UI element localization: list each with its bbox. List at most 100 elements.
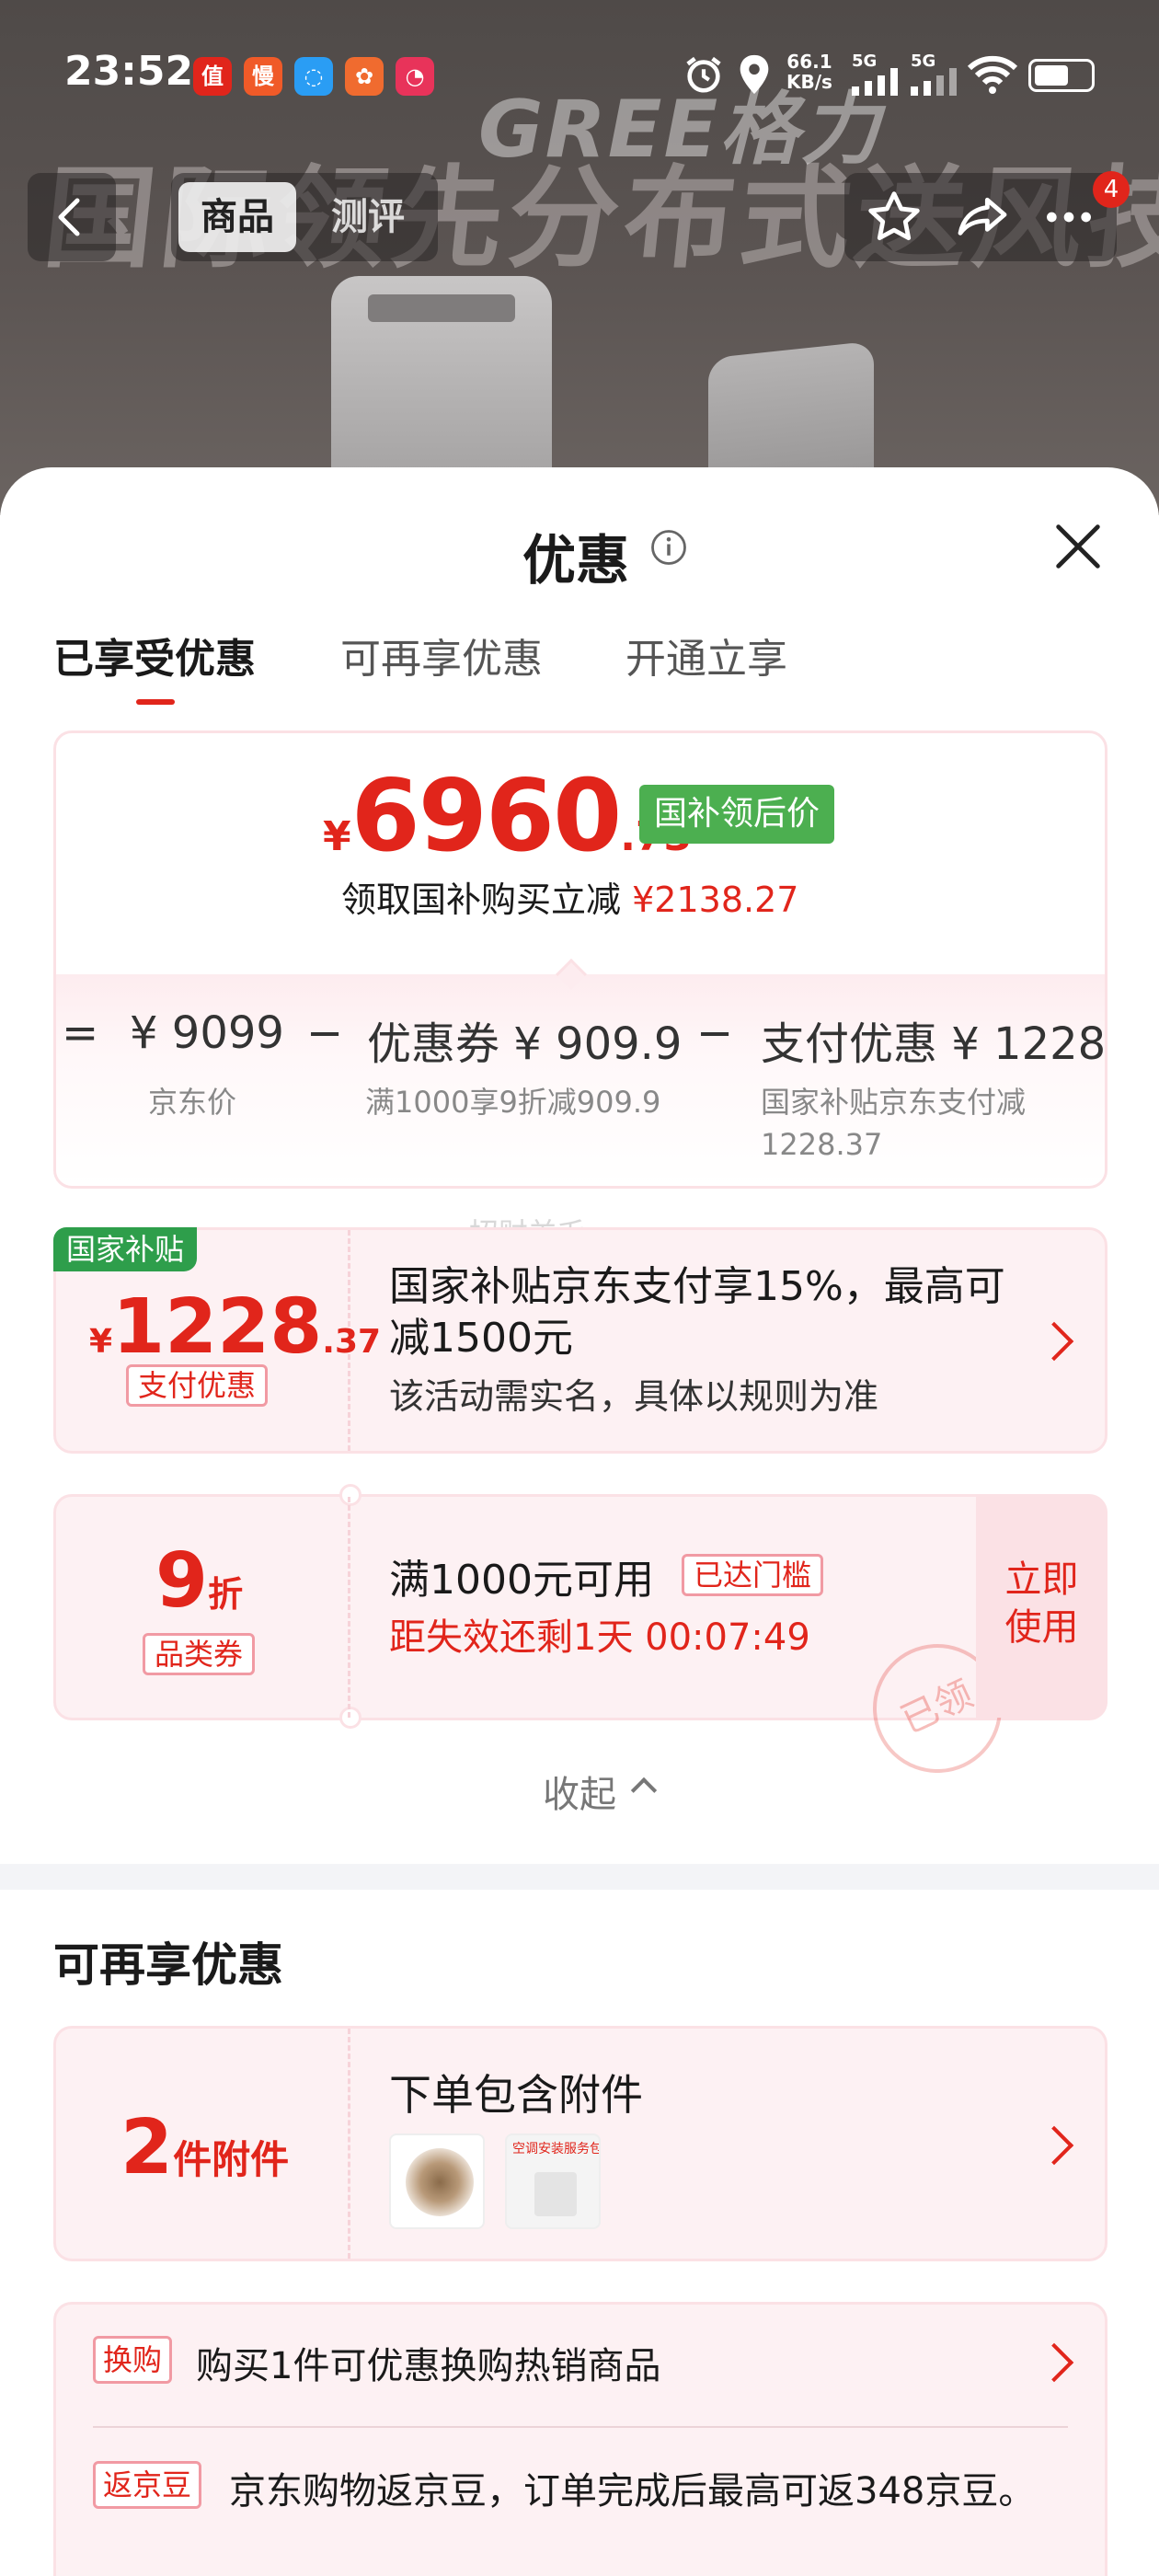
coupon-deduction-label: 满1000享9折减909.9 bbox=[365, 1085, 661, 1120]
subsidy-description: 该活动需实名，具体以规则为准 bbox=[389, 1376, 879, 1417]
notification-app-icon: ✿ bbox=[345, 57, 384, 96]
install-package-image bbox=[534, 2172, 577, 2216]
share-icon[interactable] bbox=[953, 188, 1012, 247]
final-price: ¥6960.73 bbox=[323, 759, 692, 874]
nav-actions bbox=[844, 173, 1117, 261]
promo-tag: 返京豆 bbox=[93, 2461, 202, 2509]
close-icon[interactable] bbox=[1049, 517, 1107, 576]
price-breakdown: = ¥ 9099 京东价 − 优惠券 ¥ 909.9 满1000享9折减909.… bbox=[56, 974, 1105, 1186]
final-price-card: ¥6960.73 国补领后价 领取国补购买立减 ¥2138.27 = ¥ 909… bbox=[53, 730, 1107, 1189]
tab-review[interactable]: 测评 bbox=[309, 182, 427, 252]
tab-enjoyed[interactable]: 已享受优惠 bbox=[53, 626, 256, 684]
coupon-discount: 9折 bbox=[155, 1537, 243, 1625]
promo-list-card: 换购 购买1件可优惠换购热销商品 返京豆 京东购物返京豆，订单完成后最高可返34… bbox=[53, 2302, 1107, 2576]
saving-line: 领取国补购买立减 ¥2138.27 bbox=[341, 871, 798, 922]
accessory-thumbnail[interactable] bbox=[389, 2133, 485, 2229]
chevron-right-icon bbox=[1034, 2125, 1074, 2166]
subsidy-tag: 国家补贴 bbox=[53, 1227, 198, 1271]
tab-goods[interactable]: 商品 bbox=[178, 182, 296, 252]
notification-app-icon: 值 bbox=[193, 57, 232, 96]
promo-tag: 换购 bbox=[93, 2336, 173, 2384]
status-time: 23:52 bbox=[64, 48, 194, 95]
tab-more-available[interactable]: 可再享优惠 bbox=[340, 626, 543, 684]
coupon-card: 9折 品类券 满1000元可用 已达门槛 距失效还剩1天 00:07:49 已领… bbox=[53, 1484, 1107, 1795]
more-icon[interactable] bbox=[1039, 188, 1098, 247]
subsidy-amount-decimal: .37 bbox=[322, 1323, 382, 1361]
sheet-title: 优惠 bbox=[522, 529, 630, 592]
chevron-left-icon bbox=[58, 198, 80, 236]
network-speed-value: 66.1 bbox=[786, 51, 832, 73]
info-icon[interactable] bbox=[649, 528, 688, 567]
accessory-count-value: 2 bbox=[120, 2104, 174, 2191]
coupon-discount-value: 9 bbox=[155, 1537, 209, 1625]
accessory-count: 2件附件 bbox=[120, 2104, 289, 2191]
payment-deduction-label-line2: 1228.37 bbox=[761, 1127, 883, 1162]
chevron-right-icon bbox=[1034, 1321, 1074, 1362]
star-icon[interactable] bbox=[865, 188, 924, 247]
accessory-count-column: 2件附件 bbox=[56, 2029, 350, 2259]
back-button[interactable] bbox=[28, 173, 116, 261]
promo-text: 购买1件可优惠换购热销商品 bbox=[196, 2345, 661, 2387]
subsidy-card[interactable]: 国家补贴 ¥1228.37 支付优惠 国家补贴京东支付享15%，最高可减1500… bbox=[53, 1227, 1107, 1454]
chevron-up-icon bbox=[630, 1777, 658, 1804]
promo-divider bbox=[93, 2426, 1068, 2428]
install-package-label: 空调安装服务包 bbox=[512, 2142, 601, 2156]
saving-label: 领取国补购买立减 bbox=[341, 880, 622, 920]
network-speed: 66.1 KB/s bbox=[786, 52, 832, 92]
use-now-label-line2: 使用 bbox=[1004, 1606, 1079, 1649]
currency-symbol: ¥ bbox=[89, 1323, 113, 1361]
coupon-deduction: 优惠券 ¥ 909.9 bbox=[367, 1018, 683, 1070]
currency-symbol: ¥ bbox=[323, 813, 351, 860]
battery-icon bbox=[1028, 59, 1095, 92]
subsidy-title: 国家补贴京东支付享15%，最高可减1500元 bbox=[389, 1263, 1005, 1362]
discount-sheet: 优惠 已享受优惠 可再享优惠 开通立享 ¥6960.73 国补领后价 领取国补购… bbox=[0, 467, 1159, 2576]
tab-activate[interactable]: 开通立享 bbox=[625, 626, 787, 684]
accessory-title: 下单包含附件 bbox=[389, 2070, 643, 2120]
jd-price: ¥ 9099 bbox=[130, 1007, 284, 1059]
use-now-label-line1: 立即 bbox=[1004, 1558, 1079, 1601]
payment-discount-label: 支付优惠 bbox=[126, 1364, 269, 1407]
minus-sign: − bbox=[306, 1007, 344, 1059]
threshold-reached-tag: 已达门槛 bbox=[682, 1554, 824, 1596]
use-now-button[interactable]: 立即 使用 bbox=[976, 1497, 1107, 1718]
promo-row-exchange[interactable]: 换购 购买1件可优惠换购热销商品 bbox=[93, 2317, 1074, 2400]
chevron-right-icon bbox=[1034, 2342, 1074, 2383]
promo-text: 京东购物返京豆，订单完成后最高可返348京豆。 bbox=[229, 2470, 1036, 2513]
active-tab-indicator bbox=[136, 699, 175, 705]
equals-sign: = bbox=[62, 1007, 99, 1059]
wifi-icon bbox=[968, 55, 1017, 94]
outdoor-unit-image bbox=[406, 2148, 474, 2216]
payment-deduction: 支付优惠 ¥ 1228.37 bbox=[761, 1018, 1105, 1070]
message-badge: 4 bbox=[1093, 171, 1130, 208]
category-coupon-label: 品类券 bbox=[143, 1633, 256, 1675]
discount-tabs: 已享受优惠 可再享优惠 开通立享 bbox=[53, 626, 1111, 708]
alarm-icon bbox=[686, 56, 721, 93]
subsidy-amount: ¥1228.37 bbox=[89, 1283, 381, 1371]
promo-row-jingdou[interactable]: 返京豆 京东购物返京豆，订单完成后最高可返348京豆。 bbox=[93, 2443, 1068, 2525]
notification-app-icon: ◌ bbox=[294, 57, 333, 96]
section-divider bbox=[0, 1864, 1159, 1890]
payment-deduction-label: 国家补贴京东支付减 1228.37 bbox=[761, 1081, 1026, 1166]
subsidy-amount-column: 国家补贴 ¥1228.37 支付优惠 bbox=[53, 1227, 381, 1451]
network-speed-unit: KB/s bbox=[786, 71, 832, 93]
coupon-discount-unit: 折 bbox=[208, 1574, 244, 1615]
accessory-count-unit: 件附件 bbox=[173, 2137, 290, 2182]
accessory-thumbnail[interactable]: 空调安装服务包 bbox=[505, 2133, 601, 2229]
payment-deduction-label-line1: 国家补贴京东支付减 bbox=[761, 1085, 1027, 1120]
collapse-button[interactable]: 收起 bbox=[543, 1765, 616, 1818]
accessory-card[interactable]: 2件附件 下单包含附件 空调安装服务包 bbox=[53, 2026, 1107, 2261]
notification-app-icon: ◔ bbox=[396, 57, 434, 96]
product-nav-tabs: 商品 测评 bbox=[171, 173, 438, 261]
notification-app-icon: 慢 bbox=[244, 57, 282, 96]
signal-icon bbox=[852, 68, 898, 96]
coupon-countdown: 距失效还剩1天 00:07:49 bbox=[389, 1616, 810, 1659]
final-price-integer: 6960 bbox=[350, 759, 623, 874]
location-icon bbox=[740, 54, 769, 95]
status-bar: 23:52 值 慢 ◌ ✿ ◔ 66.1 KB/s 5G 5G bbox=[0, 0, 1159, 96]
subsidy-amount-integer: 1228 bbox=[112, 1283, 323, 1371]
signal-icon bbox=[911, 68, 957, 96]
coupon-condition: 满1000元可用 bbox=[389, 1557, 654, 1604]
minus-sign: − bbox=[696, 1007, 734, 1059]
jd-price-label: 京东价 bbox=[148, 1085, 237, 1120]
subsidy-price-tag: 国补领后价 bbox=[639, 785, 835, 844]
